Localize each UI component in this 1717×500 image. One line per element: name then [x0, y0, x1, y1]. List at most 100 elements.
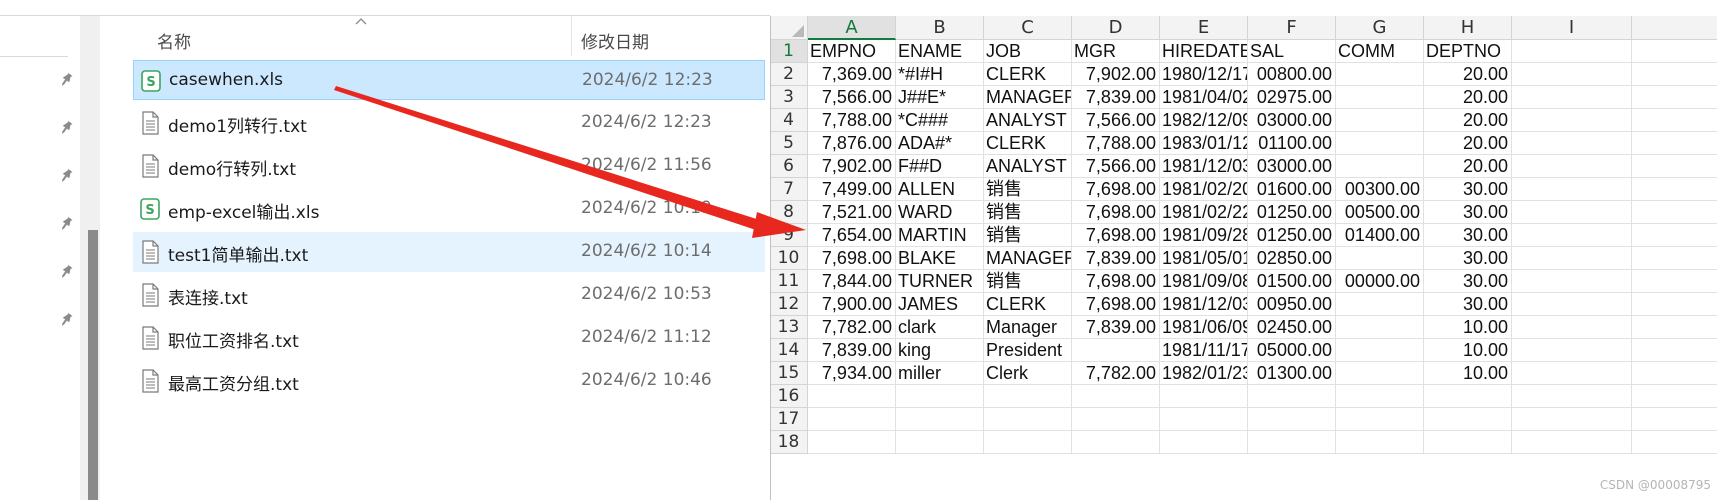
- grid-cell[interactable]: clark: [896, 316, 984, 339]
- grid-cell[interactable]: [1632, 201, 1717, 224]
- grid-cell[interactable]: [1632, 247, 1717, 270]
- grid-cell[interactable]: 01500.00: [1248, 270, 1336, 293]
- grid-cell[interactable]: 7,839.00: [1072, 316, 1160, 339]
- grid-cell[interactable]: 30.00: [1424, 224, 1512, 247]
- grid-cell[interactable]: JOB: [984, 40, 1072, 63]
- grid-cell[interactable]: ALLEN: [896, 178, 984, 201]
- grid-cell[interactable]: 销售: [984, 201, 1072, 224]
- grid-cell[interactable]: *#I#H: [896, 63, 984, 86]
- grid-cell[interactable]: [808, 431, 896, 454]
- grid-cell[interactable]: 00300.00: [1336, 178, 1424, 201]
- grid-cell[interactable]: [1632, 109, 1717, 132]
- grid-cell[interactable]: [1632, 155, 1717, 178]
- grid-cell[interactable]: [1632, 178, 1717, 201]
- grid-cell[interactable]: 7,839.00: [1072, 247, 1160, 270]
- grid-cell[interactable]: [1512, 339, 1632, 362]
- grid-cell[interactable]: [1072, 431, 1160, 454]
- grid-cell[interactable]: miller: [896, 362, 984, 385]
- pin-icon[interactable]: [56, 262, 76, 282]
- column-header-c[interactable]: C: [984, 16, 1072, 40]
- grid-cell[interactable]: [1512, 270, 1632, 293]
- grid-cell[interactable]: ANALYST: [984, 155, 1072, 178]
- row-header[interactable]: 4: [770, 109, 808, 132]
- grid-cell[interactable]: 销售: [984, 270, 1072, 293]
- grid-cell[interactable]: 1983/01/12: [1160, 132, 1248, 155]
- grid-cell[interactable]: 7,566.00: [1072, 109, 1160, 132]
- grid-cell[interactable]: 7,698.00: [1072, 224, 1160, 247]
- grid-cell[interactable]: 7,566.00: [808, 86, 896, 109]
- grid-cell[interactable]: 7,782.00: [808, 316, 896, 339]
- nav-scrollbar-thumb[interactable]: [88, 230, 98, 500]
- grid-cell[interactable]: [1072, 385, 1160, 408]
- grid-cell[interactable]: [1512, 431, 1632, 454]
- row-header[interactable]: 6: [770, 155, 808, 178]
- grid-cell[interactable]: 1981/12/03: [1160, 155, 1248, 178]
- grid-cell[interactable]: 1981/06/09: [1160, 316, 1248, 339]
- file-list-item[interactable]: 表连接.txt 2024/6/2 10:53: [133, 275, 765, 315]
- grid-cell[interactable]: 01600.00: [1248, 178, 1336, 201]
- grid-cell[interactable]: 02450.00: [1248, 316, 1336, 339]
- grid-cell[interactable]: 20.00: [1424, 155, 1512, 178]
- grid-cell[interactable]: 7,521.00: [808, 201, 896, 224]
- grid-cell[interactable]: 20.00: [1424, 109, 1512, 132]
- grid-cell[interactable]: DEPTNO: [1424, 40, 1512, 63]
- column-header-date-modified[interactable]: 修改日期: [581, 28, 649, 53]
- grid-cell[interactable]: 7,782.00: [1072, 362, 1160, 385]
- grid-cell[interactable]: [1512, 293, 1632, 316]
- grid-cell[interactable]: 7,698.00: [808, 247, 896, 270]
- grid-cell[interactable]: 20.00: [1424, 63, 1512, 86]
- grid-cell[interactable]: MARTIN: [896, 224, 984, 247]
- grid-cell[interactable]: [1336, 316, 1424, 339]
- grid-cell[interactable]: [1632, 385, 1717, 408]
- row-header[interactable]: 17: [770, 408, 808, 431]
- grid-cell[interactable]: TURNER: [896, 270, 984, 293]
- row-header[interactable]: 14: [770, 339, 808, 362]
- grid-cell[interactable]: 1981/09/28: [1160, 224, 1248, 247]
- grid-cell[interactable]: President: [984, 339, 1072, 362]
- grid-cell[interactable]: 7,698.00: [1072, 178, 1160, 201]
- grid-cell[interactable]: [1248, 408, 1336, 431]
- grid-cell[interactable]: [1632, 431, 1717, 454]
- pin-icon[interactable]: [56, 214, 76, 234]
- grid-cell[interactable]: 7,499.00: [808, 178, 896, 201]
- grid-cell[interactable]: 1980/12/17: [1160, 63, 1248, 86]
- row-header[interactable]: 2: [770, 63, 808, 86]
- column-header-i[interactable]: I: [1512, 16, 1632, 40]
- grid-cell[interactable]: [1336, 385, 1424, 408]
- grid-cell[interactable]: 01400.00: [1336, 224, 1424, 247]
- grid-cell[interactable]: CLERK: [984, 63, 1072, 86]
- grid-cell[interactable]: [984, 408, 1072, 431]
- grid-cell[interactable]: 30.00: [1424, 270, 1512, 293]
- grid-cell[interactable]: [1632, 40, 1717, 63]
- file-list-item[interactable]: demo1列转行.txt 2024/6/2 12:23: [133, 103, 765, 143]
- grid-cell[interactable]: [1632, 339, 1717, 362]
- grid-cell[interactable]: 1981/11/17: [1160, 339, 1248, 362]
- grid-cell[interactable]: 02850.00: [1248, 247, 1336, 270]
- grid-cell[interactable]: 1981/04/02: [1160, 86, 1248, 109]
- grid-cell[interactable]: SAL: [1248, 40, 1336, 63]
- grid-cell[interactable]: [1336, 339, 1424, 362]
- grid-cell[interactable]: 7,698.00: [1072, 270, 1160, 293]
- grid-cell[interactable]: 01250.00: [1248, 201, 1336, 224]
- row-header[interactable]: 8: [770, 201, 808, 224]
- grid-cell[interactable]: Manager: [984, 316, 1072, 339]
- grid-cell[interactable]: [1512, 408, 1632, 431]
- file-list-item[interactable]: test1简单输出.txt 2024/6/2 10:14: [133, 232, 765, 272]
- grid-cell[interactable]: [1512, 109, 1632, 132]
- grid-cell[interactable]: [1512, 132, 1632, 155]
- file-list-item[interactable]: demo行转列.txt 2024/6/2 11:56: [133, 146, 765, 186]
- row-header[interactable]: 1: [770, 40, 808, 63]
- grid-cell[interactable]: 1982/01/23: [1160, 362, 1248, 385]
- grid-cell[interactable]: 销售: [984, 178, 1072, 201]
- grid-cell[interactable]: 1981/02/20: [1160, 178, 1248, 201]
- grid-cell[interactable]: 03000.00: [1248, 109, 1336, 132]
- column-header-h[interactable]: H: [1424, 16, 1512, 40]
- grid-cell[interactable]: [1632, 408, 1717, 431]
- grid-cell[interactable]: [1632, 293, 1717, 316]
- grid-cell[interactable]: 05000.00: [1248, 339, 1336, 362]
- grid-cell[interactable]: COMM: [1336, 40, 1424, 63]
- grid-cell[interactable]: 7,369.00: [808, 63, 896, 86]
- grid-cell[interactable]: 30.00: [1424, 178, 1512, 201]
- grid-cell[interactable]: WARD: [896, 201, 984, 224]
- grid-cell[interactable]: [1160, 431, 1248, 454]
